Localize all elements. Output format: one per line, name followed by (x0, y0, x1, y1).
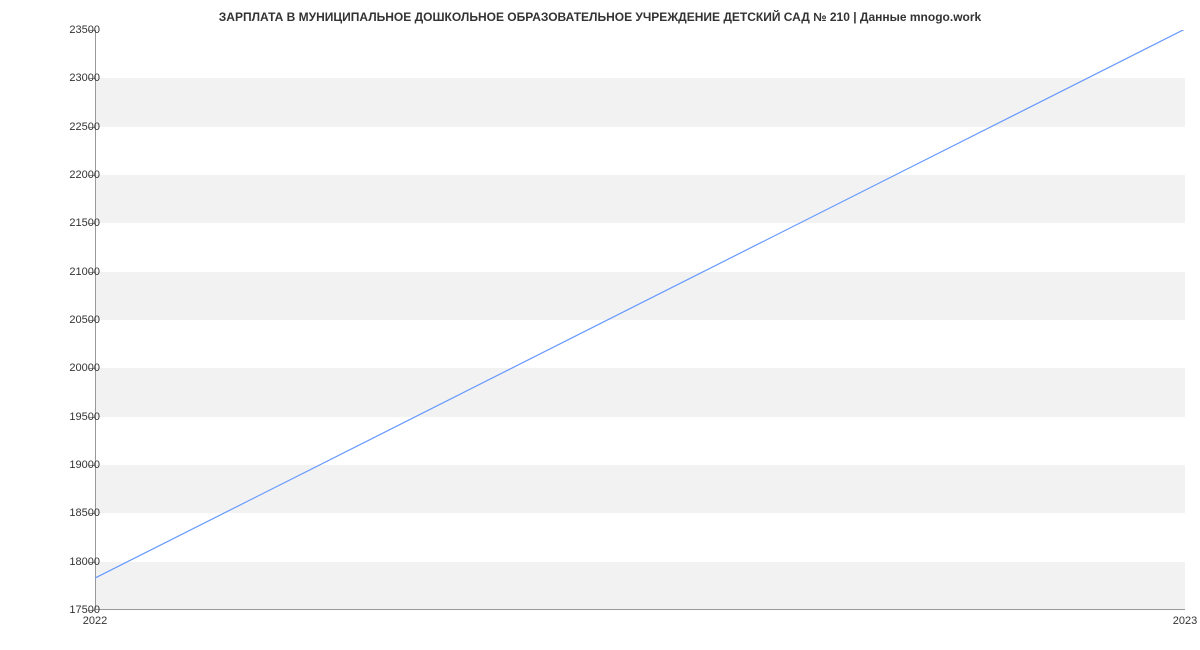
grid-band (95, 127, 1185, 175)
x-axis-line (95, 609, 1185, 610)
x-tick-label: 2022 (83, 615, 107, 627)
y-tick-label: 19500 (40, 411, 100, 423)
y-tick-label: 23000 (40, 72, 100, 84)
grid-band (95, 272, 1185, 320)
grid-band (95, 30, 1185, 78)
y-tick-label: 20000 (40, 362, 100, 374)
chart-title: ЗАРПЛАТА В МУНИЦИПАЛЬНОЕ ДОШКОЛЬНОЕ ОБРА… (0, 10, 1200, 24)
grid-band (95, 513, 1185, 561)
y-tick-label: 21000 (40, 266, 100, 278)
grid-band (95, 175, 1185, 223)
y-tick-label: 22000 (40, 169, 100, 181)
grid-band (95, 368, 1185, 416)
y-tick-label: 23500 (40, 24, 100, 36)
y-tick-label: 20500 (40, 314, 100, 326)
grid-band (95, 78, 1185, 126)
y-tick-label: 18000 (40, 556, 100, 568)
grid-band (95, 417, 1185, 465)
grid-band (95, 223, 1185, 271)
x-tick-label: 2023 (1173, 615, 1197, 627)
y-tick-label: 18500 (40, 507, 100, 519)
grid-band (95, 562, 1185, 610)
grid-band (95, 465, 1185, 513)
grid-band (95, 320, 1185, 368)
y-tick-label: 22500 (40, 121, 100, 133)
y-tick-label: 21500 (40, 217, 100, 229)
plot-area (95, 30, 1185, 610)
y-tick-label: 19000 (40, 459, 100, 471)
